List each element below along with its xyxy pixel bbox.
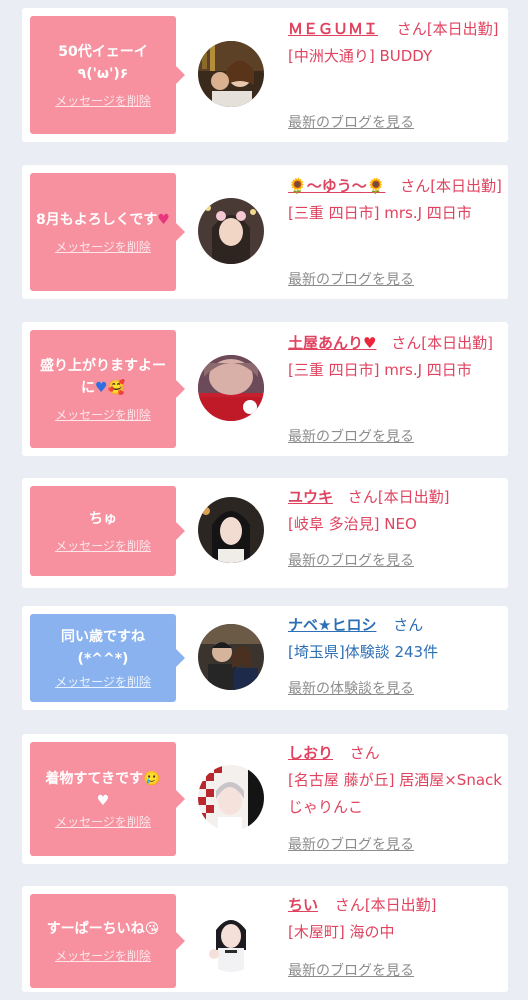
latest-blog-link[interactable]: 最新のブログを見る — [288, 426, 414, 446]
avatar[interactable] — [198, 41, 264, 107]
delete-message-link[interactable]: メッセージを削除 — [55, 407, 151, 423]
location: [埼玉県]体験談 243件 — [288, 643, 439, 661]
avatar[interactable] — [198, 765, 264, 831]
honorific: さん — [349, 744, 380, 762]
status: [本日出勤] — [421, 334, 493, 352]
avatar[interactable] — [198, 198, 264, 264]
message-text: すーぱーちいね😘 — [46, 921, 160, 937]
message-bubble: ちゅ メッセージを削除 — [30, 486, 185, 576]
sender-info: ＭＥＧＵＭＩ さん[本日出勤] [中洲大通り] BUDDY — [288, 16, 502, 70]
message-text: 50代イェーイ٩('ω')۶ — [58, 44, 148, 82]
honorific: さん — [400, 177, 431, 195]
avatar[interactable] — [198, 497, 264, 563]
message-list: 50代イェーイ٩('ω')۶ メッセージを削除 ＭＥＧＵＭＩ さん[本日出勤] … — [0, 0, 528, 1000]
pink-heart-icon: ♥ — [157, 212, 170, 228]
red-heart-icon: ♥ — [363, 334, 377, 352]
latest-experience-link[interactable]: 最新の体験談を見る — [288, 678, 414, 698]
latest-blog-link[interactable]: 最新のブログを見る — [288, 550, 414, 570]
message-bubble: 同い歳ですね(*^^*) メッセージを削除 — [30, 614, 185, 702]
sender-info: しおり さん [名古屋 藤が丘] 居酒屋×Snack じゃりんこ — [288, 740, 502, 821]
avatar[interactable] — [198, 906, 264, 972]
location: [名古屋 藤が丘] 居酒屋×Snack じゃりんこ — [288, 771, 502, 816]
location: [木屋町] 海の中 — [288, 923, 395, 941]
message-bubble: 50代イェーイ٩('ω')۶ メッセージを削除 — [30, 16, 185, 134]
message-text: ちゅ — [89, 511, 117, 527]
location: [岐阜 多治見] NEO — [288, 515, 417, 533]
message-bubble: 盛り上がりますよーに♥🥰 メッセージを削除 — [30, 330, 185, 448]
location: [三重 四日市] mrs.J 四日市 — [288, 361, 472, 379]
message-card: ちゅ メッセージを削除 ユウキ さん[本日出勤] [岐阜 多治見] NEO 最新… — [22, 478, 508, 588]
latest-blog-link[interactable]: 最新のブログを見る — [288, 834, 414, 854]
delete-message-link[interactable]: メッセージを削除 — [55, 239, 151, 255]
message-card: 8月もよろしくです♥ メッセージを削除 🌻〜ゆう〜🌻 さん[本日出勤] [三重 … — [22, 165, 508, 299]
message-card: 着物すてきです🥲♥ メッセージを削除 しおり さん [名古屋 藤が丘] 居酒屋×… — [22, 734, 508, 864]
delete-message-link[interactable]: メッセージを削除 — [55, 948, 151, 964]
white-heart-icon: ♥ — [96, 793, 110, 809]
honorific: さん — [347, 488, 378, 506]
latest-blog-link[interactable]: 最新のブログを見る — [288, 112, 414, 132]
status: [本日出勤] — [377, 488, 450, 506]
message-text: 同い歳ですね(*^^*) — [61, 629, 145, 667]
message-bubble: 着物すてきです🥲♥ メッセージを削除 — [30, 742, 185, 856]
message-bubble: すーぱーちいね😘 メッセージを削除 — [30, 894, 185, 988]
sunflower-icon: 🌻 — [288, 177, 307, 195]
location: [中洲大通り] BUDDY — [288, 47, 433, 65]
status: [本日出勤] — [430, 177, 502, 195]
sender-info: 🌻〜ゆう〜🌻 さん[本日出勤] [三重 四日市] mrs.J 四日市 — [288, 173, 502, 227]
smiling-face-with-hearts-icon: 🥰 — [107, 380, 125, 396]
honorific: さん — [334, 896, 365, 914]
sender-name[interactable]: ちい — [288, 896, 318, 914]
sender-name[interactable]: ユウキ — [288, 488, 333, 506]
latest-blog-link[interactable]: 最新のブログを見る — [288, 960, 414, 980]
status: [本日出勤] — [426, 20, 499, 38]
sunflower-icon: 🌻 — [366, 177, 386, 195]
avatar[interactable] — [198, 355, 264, 421]
blue-heart-icon: ♥ — [95, 380, 108, 396]
message-card: 盛り上がりますよーに♥🥰 メッセージを削除 土屋あんり♥ さん[本日出勤] [三… — [22, 322, 508, 456]
sender-name[interactable]: 🌻〜ゆう〜🌻 — [288, 177, 385, 195]
message-card: 同い歳ですね(*^^*) メッセージを削除 ナベ★ヒロシ さん [埼玉県]体験談… — [22, 606, 508, 710]
honorific: さん — [393, 616, 424, 634]
status: [本日出勤] — [364, 896, 437, 914]
sender-info: 土屋あんり♥ さん[本日出勤] [三重 四日市] mrs.J 四日市 — [288, 330, 502, 384]
delete-message-link[interactable]: メッセージを削除 — [55, 538, 151, 554]
sender-name[interactable]: ナベ★ヒロシ — [288, 616, 376, 634]
honorific: さん — [396, 20, 427, 38]
avatar[interactable] — [198, 624, 264, 690]
sender-info: ナベ★ヒロシ さん [埼玉県]体験談 243件 — [288, 612, 502, 666]
face-blowing-kiss-icon: 😘 — [144, 921, 160, 937]
message-text: 着物すてきです🥲♥ — [45, 771, 161, 809]
sender-name[interactable]: 土屋あんり♥ — [288, 334, 376, 352]
delete-message-link[interactable]: メッセージを削除 — [55, 814, 151, 830]
message-bubble: 8月もよろしくです♥ メッセージを削除 — [30, 173, 185, 291]
delete-message-link[interactable]: メッセージを削除 — [55, 674, 151, 690]
message-card: すーぱーちいね😘 メッセージを削除 ちい さん[本日出勤] [木屋町] 海の中 … — [22, 886, 508, 992]
message-text: 8月もよろしくです♥ — [36, 212, 170, 228]
sender-info: ユウキ さん[本日出勤] [岐阜 多治見] NEO — [288, 484, 502, 538]
honorific: さん — [391, 334, 422, 352]
face-holding-back-tears-icon: 🥲 — [143, 771, 161, 787]
message-text: 盛り上がりますよーに♥🥰 — [40, 358, 166, 396]
location: [三重 四日市] mrs.J 四日市 — [288, 204, 472, 222]
sender-info: ちい さん[本日出勤] [木屋町] 海の中 — [288, 892, 502, 946]
sender-name[interactable]: しおり — [288, 744, 333, 762]
message-card: 50代イェーイ٩('ω')۶ メッセージを削除 ＭＥＧＵＭＩ さん[本日出勤] … — [22, 8, 508, 142]
sender-name[interactable]: ＭＥＧＵＭＩ — [288, 20, 378, 38]
latest-blog-link[interactable]: 最新のブログを見る — [288, 269, 414, 289]
delete-message-link[interactable]: メッセージを削除 — [55, 93, 151, 109]
